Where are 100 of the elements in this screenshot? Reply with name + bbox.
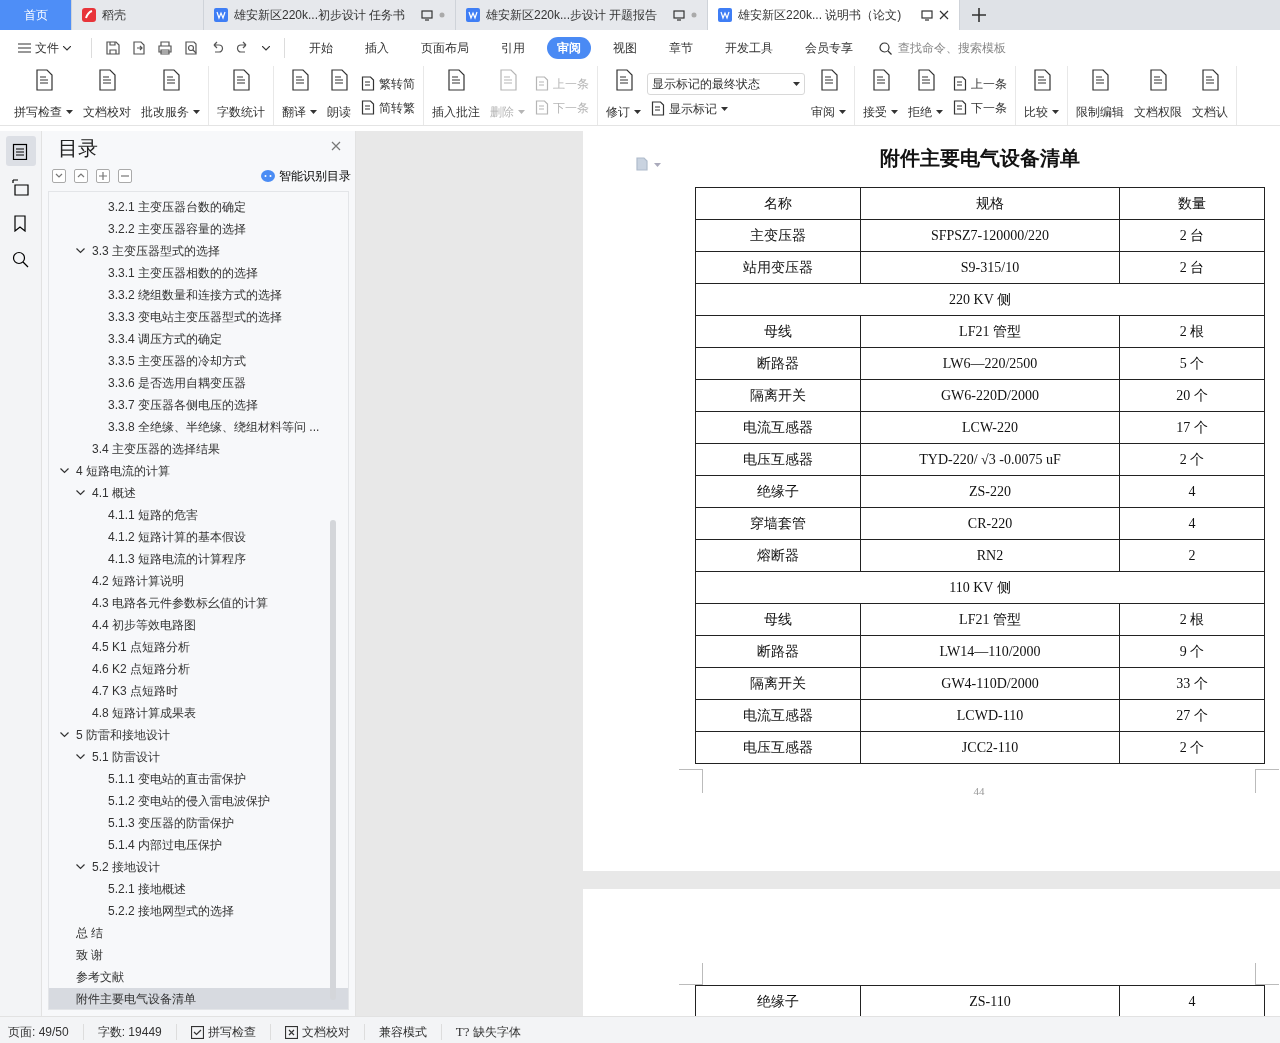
toc-item[interactable]: 参考文献 xyxy=(49,966,348,988)
caret-icon[interactable] xyxy=(839,110,846,114)
toc-item[interactable]: 5.1 防雷设计 xyxy=(49,746,348,768)
outline-icon[interactable] xyxy=(12,178,29,196)
toc-item[interactable]: 4.1.2 短路计算的基本假设 xyxy=(49,526,348,548)
toolbar-button[interactable]: 拒绝 xyxy=(904,66,947,125)
toolbar-button[interactable]: 繁转简 xyxy=(357,73,419,94)
toc-item[interactable]: 3.3.6 是否选用自耦变压器 xyxy=(49,372,348,394)
toolbar-button[interactable]: 比较 xyxy=(1020,66,1063,125)
toc-item[interactable]: 4.1 概述 xyxy=(49,482,348,504)
toolbar-button[interactable]: 插入批注 xyxy=(428,66,484,125)
tab[interactable]: 雄安新区220k... 说明书（论文) xyxy=(708,0,960,30)
menu-tab[interactable]: 章节 xyxy=(659,37,703,59)
more-icon[interactable] xyxy=(262,45,270,51)
toc-item[interactable]: 4.8 短路计算成果表 xyxy=(49,702,348,724)
toolbar-button[interactable]: 文档认 xyxy=(1188,66,1232,125)
toolbar-button[interactable]: 朗读 xyxy=(323,66,355,125)
toolbar-button[interactable]: 限制编辑 xyxy=(1072,66,1128,125)
caret-icon[interactable] xyxy=(793,81,800,86)
toolbar-button[interactable]: 批改服务 xyxy=(137,66,204,125)
toc-item[interactable]: 5.1.3 变压器的防雷保护 xyxy=(49,812,348,834)
toc-item[interactable]: 5.2.2 接地网型式的选择 xyxy=(49,900,348,922)
toc-item[interactable]: 3.3.5 主变压器的冷却方式 xyxy=(49,350,348,372)
toc-item[interactable]: 5.2 接地设计 xyxy=(49,856,348,878)
toc-item[interactable]: 5.1.4 内部过电压保护 xyxy=(49,834,348,856)
search-icon[interactable] xyxy=(12,250,29,268)
toc-item[interactable]: 5.1.1 变电站的直击雷保护 xyxy=(49,768,348,790)
toc-item[interactable]: 3.3 主变压器型式的选择 xyxy=(49,240,348,262)
toolbar-button[interactable]: 翻译 xyxy=(278,66,321,125)
file-menu[interactable]: 文件 xyxy=(8,37,81,59)
chevron-down-icon[interactable] xyxy=(76,754,85,760)
toc-item[interactable]: 3.2.2 主变压器容量的选择 xyxy=(49,218,348,240)
caret-icon[interactable] xyxy=(936,110,943,114)
caret-icon[interactable] xyxy=(721,106,728,111)
toc-item[interactable]: 3.3.8 全绝缘、半绝缘、绕组材料等问 ... xyxy=(49,416,348,438)
toc-item[interactable]: 3.3.4 调压方式的确定 xyxy=(49,328,348,350)
chevron-down-icon[interactable] xyxy=(76,490,85,496)
tab[interactable]: 稻壳 xyxy=(72,0,204,30)
toc-item[interactable]: 4.4 初步等效电路图 xyxy=(49,614,348,636)
caret-icon[interactable] xyxy=(634,110,641,114)
toc-item[interactable]: 4.5 K1 点短路分析 xyxy=(49,636,348,658)
toc-item[interactable]: 4.7 K3 点短路时 xyxy=(49,680,348,702)
toc-item[interactable]: 附件主要电气设备清单 xyxy=(49,988,348,1009)
search-field[interactable]: 查找命令、搜索模板 xyxy=(879,39,1042,57)
toc-item[interactable]: 4.2 短路计算说明 xyxy=(49,570,348,592)
toolbar-button[interactable]: 接受 xyxy=(859,66,902,125)
toc-item[interactable]: 4.6 K2 点短路分析 xyxy=(49,658,348,680)
chevron-down-icon[interactable] xyxy=(60,732,69,738)
caret-icon[interactable] xyxy=(66,110,73,114)
menu-tab[interactable]: 视图 xyxy=(603,37,647,59)
status-button[interactable]: 拼写检查 xyxy=(190,1023,256,1041)
toolbar-button[interactable]: 文档权限 xyxy=(1130,66,1186,125)
toc-item[interactable]: 4 短路电流的计算 xyxy=(49,460,348,482)
print-icon[interactable] xyxy=(158,41,172,55)
caret-icon[interactable] xyxy=(1052,110,1059,114)
tab[interactable]: 雄安新区220k...初步设计 任务书 xyxy=(204,0,456,30)
toc-item[interactable]: 3.3.1 主变压器相数的的选择 xyxy=(49,262,348,284)
toolbar-button[interactable]: 拼写检查 xyxy=(10,66,77,125)
toc-item[interactable]: 4.1.3 短路电流的计算程序 xyxy=(49,548,348,570)
toc-item[interactable]: 3.3.2 绕组数量和连接方式的选择 xyxy=(49,284,348,306)
chevron-down-icon[interactable] xyxy=(76,864,85,870)
toc-item[interactable]: 致 谢 xyxy=(49,944,348,966)
toc-item[interactable]: 3.4 主变压器的选择结果 xyxy=(49,438,348,460)
bookmark-icon[interactable] xyxy=(12,214,29,232)
toc-item[interactable]: 5.1.2 变电站的侵入雷电波保护 xyxy=(49,790,348,812)
status-button[interactable]: 文档校对 xyxy=(284,1023,350,1041)
toc-item[interactable]: 3.2.1 主变压器台数的确定 xyxy=(49,196,348,218)
toolbar-button[interactable]: 上一条 xyxy=(949,73,1011,94)
menu-tab[interactable]: 插入 xyxy=(355,37,399,59)
new-tab-icon[interactable] xyxy=(972,8,986,22)
toc-item[interactable]: 5 防雷和接地设计 xyxy=(49,724,348,746)
toolbar-button[interactable]: 审阅 xyxy=(807,66,850,125)
caret-icon[interactable] xyxy=(193,110,200,114)
menu-tab[interactable]: 开发工具 xyxy=(715,37,783,59)
toc-item[interactable]: 5.2.1 接地概述 xyxy=(49,878,348,900)
toc-item[interactable]: 4.1.1 短路的危害 xyxy=(49,504,348,526)
toolbar-button[interactable]: 简转繁 xyxy=(357,97,419,118)
markup-dropdown[interactable]: 显示标记的最终状态 xyxy=(647,72,805,95)
save-icon[interactable] xyxy=(106,41,120,55)
menu-tab[interactable]: 页面布局 xyxy=(411,37,479,59)
scrollbar[interactable] xyxy=(330,520,336,1000)
toc-item[interactable]: 3.3.7 变压器各侧电压的选择 xyxy=(49,394,348,416)
menu-tab[interactable]: 引用 xyxy=(491,37,535,59)
toolbar-button[interactable]: 下一条 xyxy=(949,97,1011,118)
toolbar-button[interactable]: 文档校对 xyxy=(79,66,135,125)
toolbar-button[interactable]: 字数统计 xyxy=(213,66,269,125)
status-button[interactable]: T? 缺失字体 xyxy=(455,1022,522,1042)
chevron-down-icon[interactable] xyxy=(76,248,85,254)
toc-item[interactable]: 总 结 xyxy=(49,922,348,944)
caret-icon[interactable] xyxy=(310,110,317,114)
plus-icon[interactable] xyxy=(98,171,108,181)
toc-item[interactable]: 4.3 电路各元件参数标幺值的计算 xyxy=(49,592,348,614)
toc-item[interactable]: 3.3.3 变电站主变压器型式的选择 xyxy=(49,306,348,328)
close-icon[interactable] xyxy=(939,10,949,20)
menu-tab[interactable]: 开始 xyxy=(299,37,343,59)
smart-toc-button[interactable]: 智能识别目录 xyxy=(261,167,351,185)
caret-icon[interactable] xyxy=(891,110,898,114)
toolbar-button[interactable]: 显示标记 xyxy=(647,98,805,119)
export-icon[interactable] xyxy=(132,41,146,55)
preview-icon[interactable] xyxy=(184,41,198,55)
